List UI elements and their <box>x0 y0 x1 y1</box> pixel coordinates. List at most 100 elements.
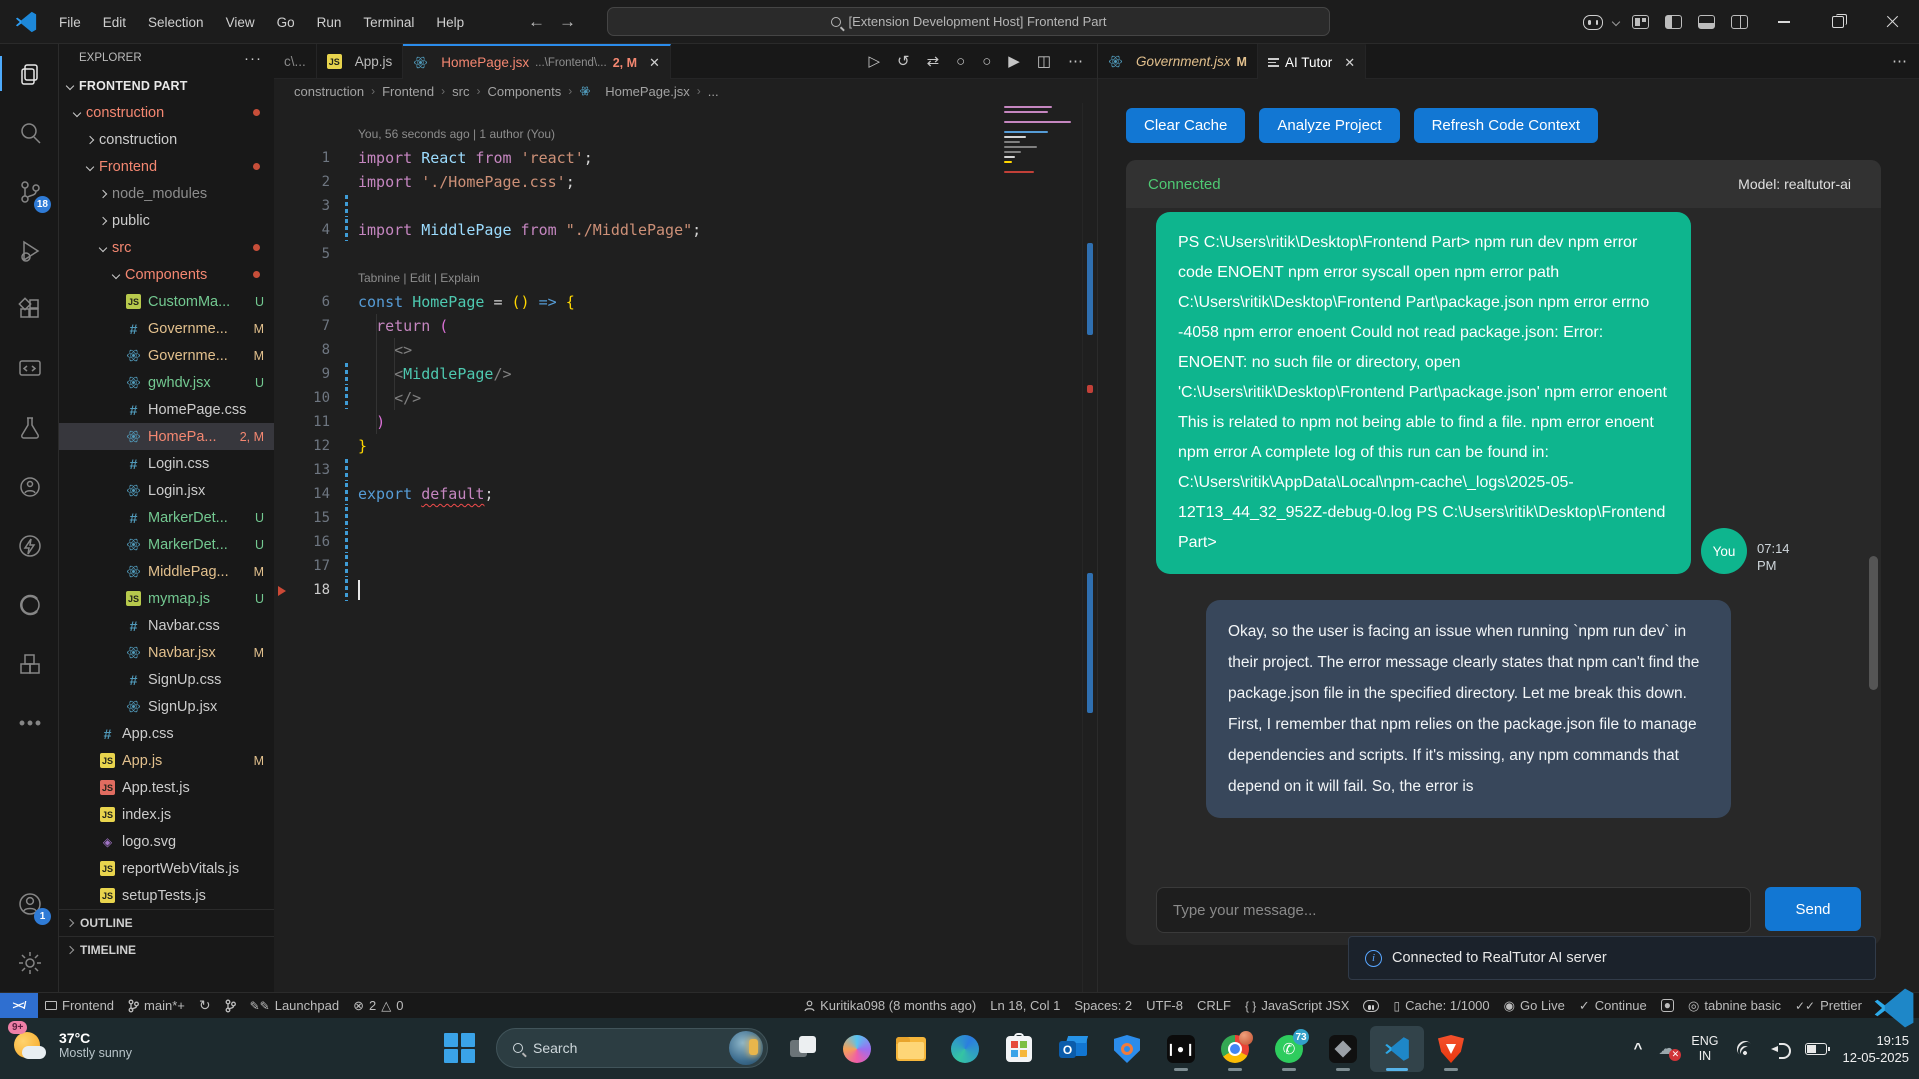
menu-view[interactable]: View <box>215 10 266 35</box>
section-timeline[interactable]: TIMELINE <box>59 936 274 963</box>
tree-file-navbar-css[interactable]: # Navbar.css <box>59 612 274 639</box>
tab-stub[interactable]: c\... <box>274 44 317 79</box>
branch-item[interactable]: main*+ <box>121 993 192 1019</box>
tree-file-logo-svg[interactable]: ◈ logo.svg <box>59 828 274 855</box>
code-editor[interactable]: You, 56 seconds ago | 1 author (You) 1 imp… <box>274 103 1097 992</box>
language-mode[interactable]: { } JavaScript JSX <box>1238 993 1357 1019</box>
live-share-icon[interactable] <box>0 457 59 516</box>
code-line-12[interactable]: 12} <box>274 434 1097 458</box>
robot-item[interactable]: ● <box>1654 993 1681 1019</box>
chrome-icon[interactable] <box>1208 1026 1262 1072</box>
menu-go[interactable]: Go <box>266 10 306 35</box>
volume-icon[interactable] <box>1770 1042 1791 1059</box>
chat-scrollbar[interactable] <box>1869 556 1878 690</box>
breadcrumb-item[interactable]: HomePage.jsx <box>605 84 690 99</box>
breadcrumb[interactable]: construction › Frontend › src › Components › Hom… <box>274 79 1097 103</box>
breadcrumb-item[interactable]: src <box>452 84 469 99</box>
vscode-floating-logo[interactable] <box>1871 985 1917 1031</box>
whatsapp-icon[interactable]: ✆ 73 <box>1262 1026 1316 1072</box>
nav-back-icon[interactable]: ← <box>528 12 545 32</box>
tab-government-preview[interactable]: Government.jsx M <box>1098 44 1258 79</box>
tree-file-governme-[interactable]: # Governme... M <box>59 315 274 342</box>
run-file-icon[interactable]: ▶ <box>1008 52 1020 70</box>
code-line-9[interactable]: 9 <MiddlePage/> <box>274 362 1097 386</box>
tab-close-icon[interactable]: ✕ <box>649 55 660 71</box>
tree-root-frontend-part[interactable]: FRONTEND PART <box>59 72 274 99</box>
start-button[interactable] <box>444 1032 476 1064</box>
sync-item[interactable]: ↻ <box>192 993 218 1019</box>
workspace-item[interactable]: Frontend <box>38 993 121 1019</box>
thunder-client-icon[interactable] <box>0 516 59 575</box>
code-line-14[interactable]: 14 export default; <box>274 482 1097 506</box>
code-line-10[interactable]: 10 </> <box>274 386 1097 410</box>
toggle-secondary-sidebar-icon[interactable] <box>1731 15 1748 29</box>
weather-widget[interactable]: 9+ 37°C Mostly sunny <box>8 1021 132 1064</box>
brave-icon[interactable] <box>1424 1026 1478 1072</box>
code-line-15[interactable]: 15 <box>274 506 1097 530</box>
breadcrumb-item[interactable]: Frontend <box>382 84 434 99</box>
code-line-6[interactable]: 6 const HomePage = () => { <box>274 290 1097 314</box>
onedrive-icon[interactable]: ☁ ✕ <box>1658 1039 1682 1061</box>
message-list[interactable]: PS C:\Users\ritik\Desktop\Frontend Part>… <box>1126 208 1869 845</box>
tree-folder-src[interactable]: src <box>59 234 274 261</box>
vscode-icon[interactable] <box>1370 1026 1424 1072</box>
prettier-item[interactable]: ✓✓ Prettier <box>1788 993 1869 1019</box>
accounts-icon[interactable]: 1 <box>0 874 59 933</box>
blame-item[interactable]: Kuritika098 (8 months ago) <box>797 993 983 1019</box>
cube-app-icon[interactable] <box>1316 1026 1370 1072</box>
tree-file-homepa-[interactable]: HomePa... 2, M <box>59 423 274 450</box>
eol[interactable]: CRLF <box>1190 993 1238 1019</box>
wifi-icon[interactable] <box>1733 1037 1756 1060</box>
menu-edit[interactable]: Edit <box>92 10 137 35</box>
battery-icon[interactable] <box>1804 1042 1830 1055</box>
menu-terminal[interactable]: Terminal <box>352 10 425 35</box>
menu-file[interactable]: File <box>48 10 92 35</box>
command-center[interactable]: [Extension Development Host] Frontend Pa… <box>607 7 1330 36</box>
toggle-panel-icon[interactable] <box>1698 15 1715 29</box>
hotspot-shield-icon[interactable] <box>1100 1026 1154 1072</box>
analyze-project-button[interactable]: Analyze Project <box>1259 108 1400 143</box>
section-outline[interactable]: OUTLINE <box>59 909 274 936</box>
tree-file-navbar-jsx[interactable]: Navbar.jsx M <box>59 639 274 666</box>
code-line-2[interactable]: 2 import './HomePage.css'; <box>274 170 1097 194</box>
run-icon[interactable]: ▷ <box>868 52 880 70</box>
refresh-code-context-button[interactable]: Refresh Code Context <box>1413 108 1599 143</box>
code-line-18[interactable]: 18 <box>274 578 1097 602</box>
tab-ai-tutor-active[interactable]: AI Tutor ✕ <box>1257 44 1367 79</box>
tree-folder-node-modules[interactable]: node_modules <box>59 180 274 207</box>
message-input[interactable] <box>1156 887 1751 933</box>
explorer-more-actions[interactable]: ··· <box>244 50 262 67</box>
language-indicator[interactable]: ENG IN <box>1691 1034 1718 1064</box>
continue-item[interactable]: ✓ Continue <box>1572 993 1654 1019</box>
history-icon[interactable]: ↺ <box>897 52 910 70</box>
tab-homepage-active[interactable]: HomePage.jsx ...\Frontend\... 2, M ✕ <box>403 44 671 79</box>
tree-file-customma-[interactable]: JS CustomMa... U <box>59 288 274 315</box>
menu-run[interactable]: Run <box>306 10 353 35</box>
more-tools-icon[interactable] <box>0 693 59 752</box>
breadcrumb-item[interactable]: construction <box>294 84 364 99</box>
tree-file-login-css[interactable]: # Login.css <box>59 450 274 477</box>
code-line-5[interactable]: 5 <box>274 242 1097 266</box>
tree-file-middlepag-[interactable]: MiddlePag... M <box>59 558 274 585</box>
code-line-11[interactable]: 11 ) <box>274 410 1097 434</box>
next-change-icon[interactable]: ○ <box>982 53 991 70</box>
send-button[interactable]: Send <box>1765 887 1861 931</box>
tree-file-app-js[interactable]: JS App.js M <box>59 747 274 774</box>
tab-appjs[interactable]: JS App.js <box>317 44 404 79</box>
tab-close-icon[interactable]: ✕ <box>1344 55 1355 71</box>
tree-file-signup-css[interactable]: # SignUp.css <box>59 666 274 693</box>
code-line-17[interactable]: 17 <box>274 554 1097 578</box>
breadcrumb-item[interactable]: Components <box>487 84 561 99</box>
tree-folder-construction[interactable]: construction <box>59 99 274 126</box>
edge-icon[interactable] <box>938 1026 992 1072</box>
remote-explorer-icon[interactable] <box>0 339 59 398</box>
tree-file-markerdet-[interactable]: # MarkerDet... U <box>59 504 274 531</box>
copilot-app-icon[interactable] <box>830 1026 884 1072</box>
explorer-icon[interactable] <box>0 44 59 103</box>
settings-gear-icon[interactable] <box>0 933 59 992</box>
outlook-icon[interactable]: O <box>1046 1026 1100 1072</box>
taskbar-search[interactable]: Search <box>496 1028 768 1068</box>
code-line-4[interactable]: 4 import MiddlePage from "./MiddlePage"; <box>274 218 1097 242</box>
panel-more-actions[interactable]: ⋯ <box>1892 52 1907 70</box>
tree-file-reportwebvitals-js[interactable]: JS reportWebVitals.js <box>59 855 274 882</box>
